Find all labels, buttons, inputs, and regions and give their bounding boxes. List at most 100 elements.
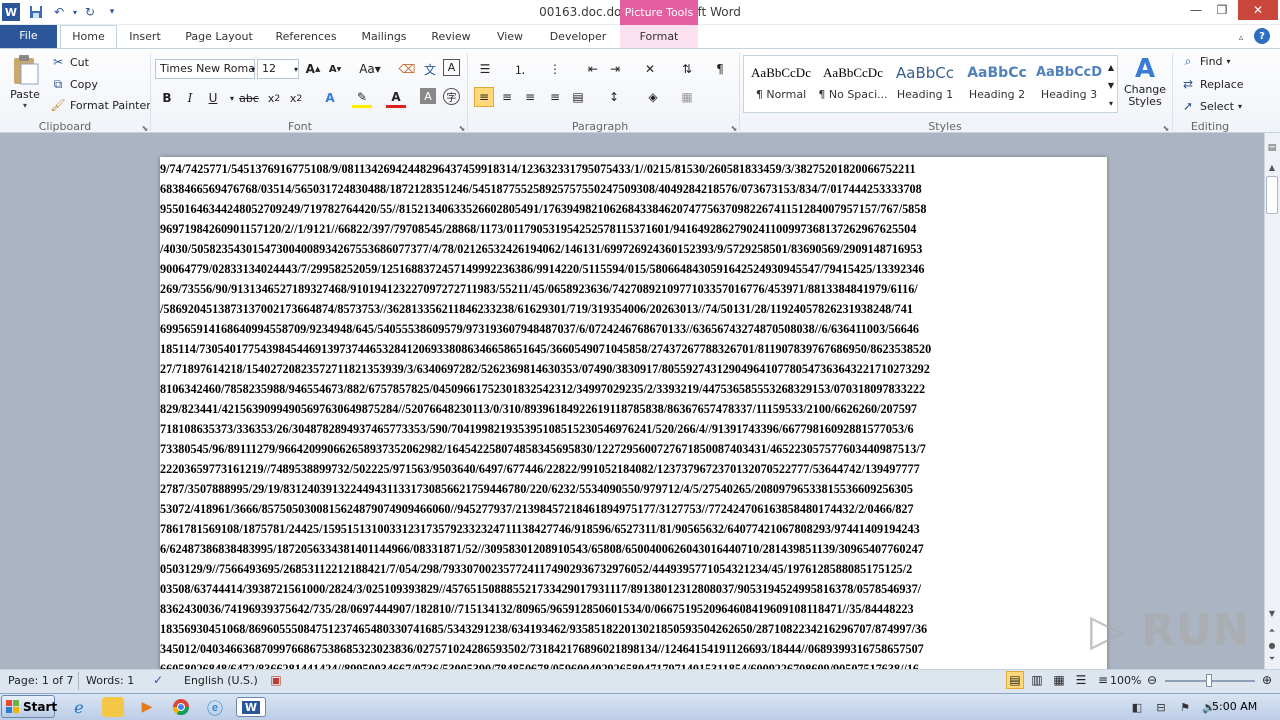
document-line[interactable]: 8106342460/7858235988/946554673/882/6757…	[160, 379, 1107, 399]
distributed-icon[interactable]: ▤	[568, 87, 588, 107]
document-line[interactable]: 9/74/7425771/5451376916775108/9/08113426…	[160, 159, 1107, 179]
style-heading-1[interactable]: AaBbCc Heading 1	[889, 58, 961, 110]
tray-icon[interactable]: ◧	[1126, 697, 1148, 717]
media-player-icon[interactable]: ▶	[136, 697, 158, 717]
strikethrough-icon[interactable]: abc	[239, 88, 259, 108]
font-name-field[interactable]: Times New Roma	[155, 59, 255, 79]
tab-file[interactable]: File	[0, 25, 57, 48]
character-shading-icon[interactable]: A	[420, 88, 436, 104]
save-icon[interactable]	[27, 3, 45, 21]
style-normal[interactable]: AaBbCcDc ¶ Normal	[745, 58, 817, 110]
document-line[interactable]: 53072/418961/3666/8575050300815624879074…	[160, 499, 1107, 519]
copy-button[interactable]: ⧉ Copy	[50, 76, 98, 92]
help-icon[interactable]: ?	[1254, 28, 1270, 44]
document-line[interactable]: 18356930451068/8696055508475123746548033…	[160, 619, 1107, 639]
word-app-icon[interactable]: W	[2, 3, 20, 21]
find-button[interactable]: ⌕ Find ▾	[1180, 53, 1231, 69]
start-button[interactable]: Start	[1, 695, 57, 718]
font-color-icon[interactable]: A	[386, 88, 406, 108]
zoom-level[interactable]: 100%	[1110, 674, 1141, 687]
decrease-indent-icon[interactable]: ⇤	[583, 59, 603, 79]
chrome-icon[interactable]	[170, 697, 192, 717]
clock[interactable]: 5:00 AM	[1212, 700, 1257, 713]
proofing-status[interactable]: ✓	[150, 672, 166, 688]
document-line[interactable]: 22203659773161219//7489538899732/502225/…	[160, 459, 1107, 479]
enclose-characters-icon[interactable]: 字	[443, 88, 460, 105]
grow-font-icon[interactable]: A ▲	[303, 59, 323, 79]
align-right-icon[interactable]: ≡	[520, 87, 540, 107]
tab-mailings[interactable]: Mailings	[352, 28, 416, 48]
bold-icon[interactable]: B	[157, 88, 177, 108]
document-line[interactable]: 03508/63744414/3938721561000/2824/3/0251…	[160, 579, 1107, 599]
word-taskbar-button[interactable]: W	[236, 697, 266, 717]
tab-references[interactable]: References	[270, 28, 342, 48]
tab-developer[interactable]: Developer	[543, 28, 613, 48]
clear-formatting-icon[interactable]: ⌫	[397, 59, 417, 79]
superscript-icon[interactable]: x2	[286, 88, 306, 108]
shading-icon[interactable]: ◈	[643, 87, 663, 107]
subscript-icon[interactable]: x2	[264, 88, 284, 108]
document-line[interactable]: 7861781569108/1875781/24425/159515131003…	[160, 519, 1107, 539]
document-line[interactable]: 718108635373/336353/26/30487828949374657…	[160, 419, 1107, 439]
edge-icon[interactable]: ⓔ	[204, 697, 226, 718]
internet-explorer-icon[interactable]: ℯ	[68, 697, 90, 717]
document-line[interactable]: 699565914168640994558709/9234948/645/540…	[160, 319, 1107, 339]
shrink-font-icon[interactable]: A ▼	[325, 59, 345, 79]
minimize-icon[interactable]: —	[1184, 0, 1208, 20]
document-line[interactable]: 95501646344248052709249/719782764420/55/…	[160, 199, 1107, 219]
tab-home[interactable]: Home	[60, 25, 117, 49]
format-painter-button[interactable]: 🖌 Format Painter	[50, 97, 150, 113]
select-browse-object-icon[interactable]: ●	[1264, 638, 1280, 652]
customize-icon[interactable]: ▾	[103, 3, 121, 21]
document-line[interactable]: 2787/3507888995/29/19/831240391322449431…	[160, 479, 1107, 499]
sort-icon[interactable]: ⇅	[677, 59, 697, 79]
tab-view[interactable]: View	[490, 28, 530, 48]
document-line[interactable]: 269/73556/90/9131346527189327468/9101941…	[160, 279, 1107, 299]
document-line[interactable]: /4030/5058235430154730040089342675536860…	[160, 239, 1107, 259]
show-hide-icon[interactable]: ¶	[710, 59, 730, 79]
replace-button[interactable]: ⇄ Replace	[1180, 76, 1244, 92]
zoom-in-icon[interactable]: ⊕	[1258, 671, 1276, 689]
redo-icon[interactable]: ↻	[81, 3, 99, 21]
document-line[interactable]: 27/71897614218/1540272082357271182135393…	[160, 359, 1107, 379]
tab-page-layout[interactable]: Page Layout	[180, 28, 258, 48]
change-styles-button[interactable]: A Change Styles	[1122, 54, 1168, 116]
character-border-icon[interactable]: A	[443, 59, 460, 76]
zoom-out-icon[interactable]: ⊖	[1143, 671, 1161, 689]
document-line[interactable]: 90064779/02833134024443/7/29958252059/12…	[160, 259, 1107, 279]
full-screen-reading-icon[interactable]: ▥	[1028, 671, 1046, 689]
change-case-icon[interactable]: Aa▾	[357, 59, 383, 79]
network-icon[interactable]: ⊟	[1150, 697, 1172, 717]
document-line[interactable]: 185114/730540177543984544691397374465328…	[160, 339, 1107, 359]
macro-recording-status[interactable]: ▣	[268, 672, 284, 688]
highlight-icon[interactable]: ✎	[352, 88, 372, 108]
word-count-status[interactable]: Words: 1	[86, 674, 134, 687]
multilevel-list-icon[interactable]: ⋮	[545, 59, 565, 79]
document-line[interactable]: 96971984260901157120/2//1/9121//66822/39…	[160, 219, 1107, 239]
previous-page-icon[interactable]: ⏶	[1264, 624, 1280, 638]
scroll-thumb[interactable]	[1266, 176, 1278, 214]
tab-insert[interactable]: Insert	[122, 28, 168, 48]
underline-icon[interactable]: U	[203, 88, 223, 108]
web-layout-icon[interactable]: ▦	[1050, 671, 1068, 689]
justify-icon[interactable]: ≡	[545, 87, 565, 107]
ruler-toggle-icon[interactable]: ▤	[1264, 140, 1280, 156]
outline-icon[interactable]: ☰	[1072, 671, 1090, 689]
tab-review[interactable]: Review	[425, 28, 477, 48]
flag-icon[interactable]: ⚑	[1174, 697, 1196, 717]
asian-layout-icon[interactable]: ✕	[640, 59, 660, 79]
line-spacing-icon[interactable]: ↕	[604, 87, 624, 107]
close-icon[interactable]: ✕	[1238, 0, 1278, 20]
cut-button[interactable]: ✂ Cut	[50, 54, 89, 70]
style-heading-3[interactable]: AaBbCcD Heading 3	[1033, 58, 1105, 110]
document-line[interactable]: 345012/040346636870997668675386853230238…	[160, 639, 1107, 659]
document-line[interactable]: 6/62487386838483995/18720563343814011449…	[160, 539, 1107, 559]
phonetic-guide-icon[interactable]: 文	[420, 59, 440, 79]
bullets-icon[interactable]: ☰	[475, 59, 495, 79]
print-layout-icon[interactable]: ▤	[1006, 671, 1024, 689]
styles-more-icon[interactable]: ▾	[1104, 93, 1118, 113]
styles-scroll-down-icon[interactable]: ▼	[1104, 75, 1118, 95]
style-heading-2[interactable]: AaBbCc Heading 2	[961, 58, 1033, 110]
file-explorer-icon[interactable]	[102, 697, 124, 717]
minimize-ribbon-icon[interactable]: ▵	[1232, 29, 1250, 47]
